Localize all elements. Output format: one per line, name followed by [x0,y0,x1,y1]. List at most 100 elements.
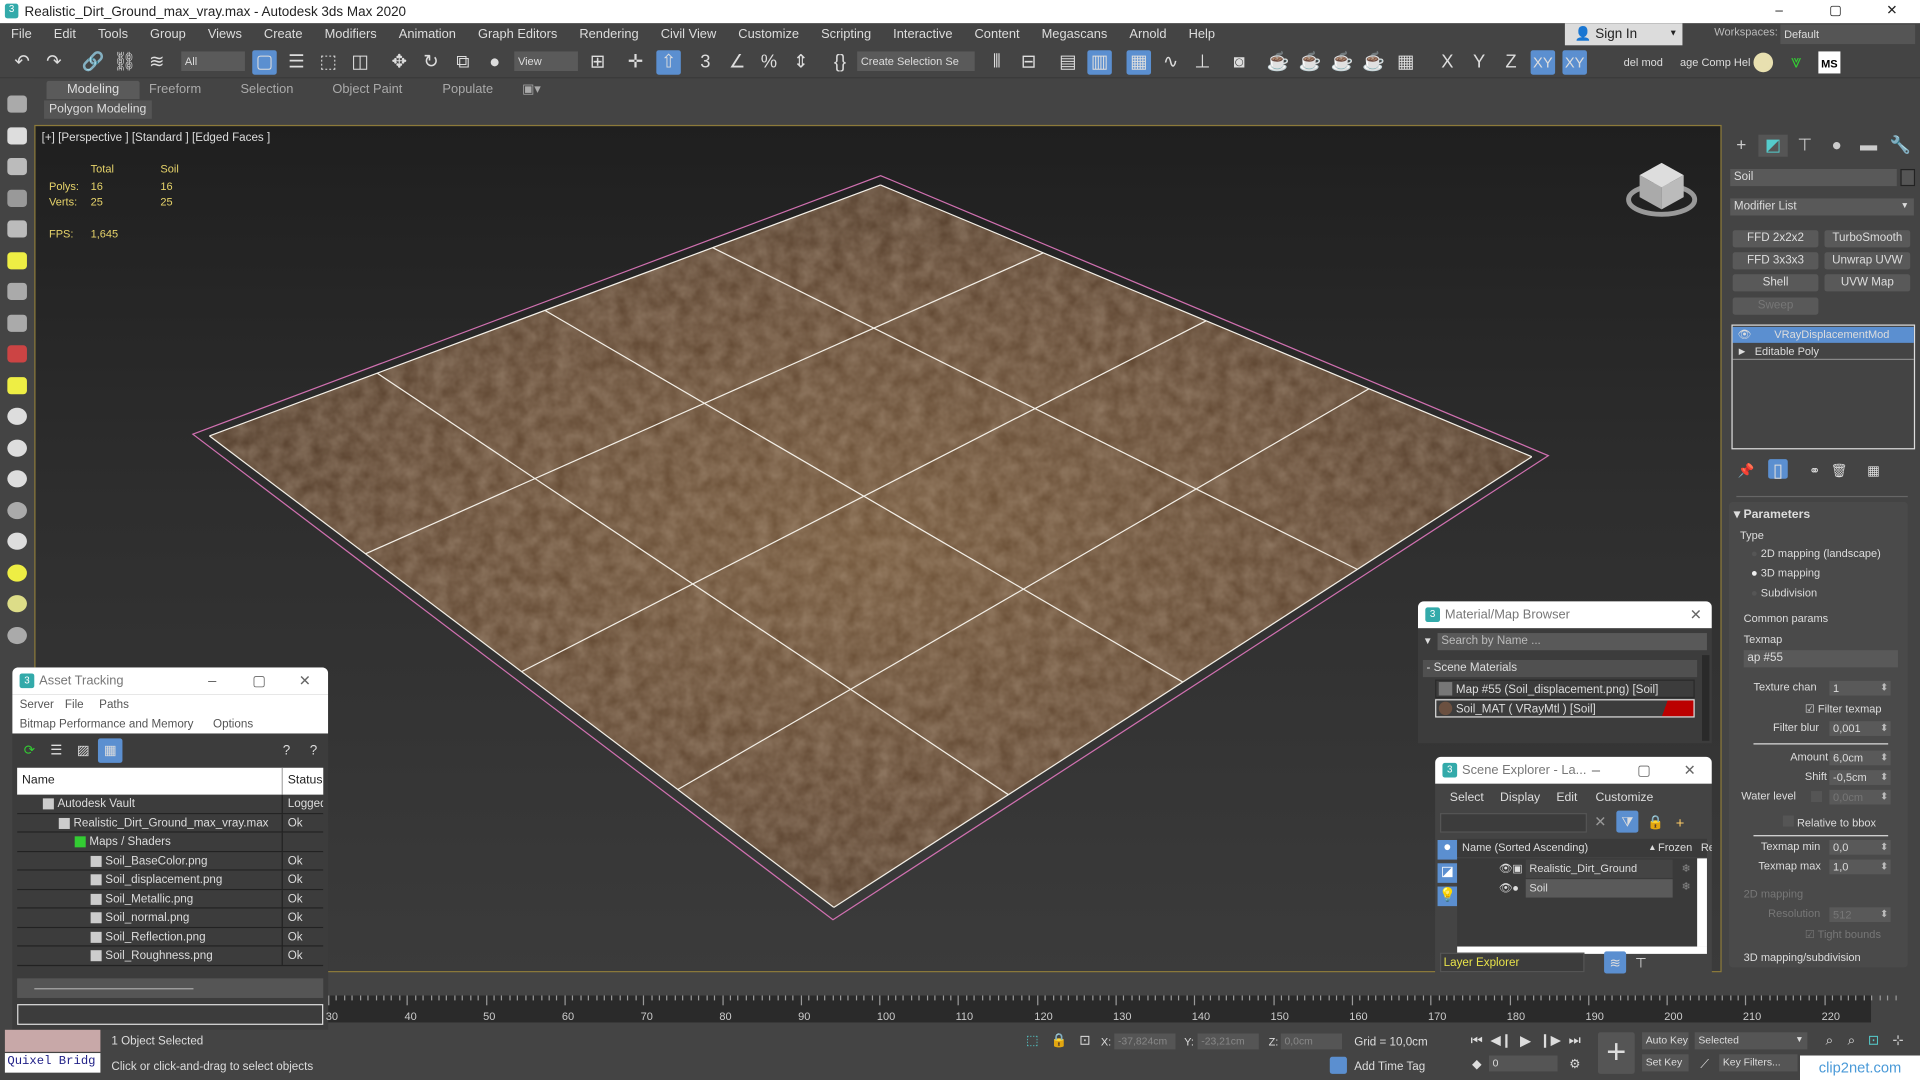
set-key-button[interactable]: Set Key [1642,1054,1689,1072]
zoom-all-icon[interactable]: ⌕ [1839,1029,1863,1053]
axis-xy-cycle-button[interactable]: XY [1562,50,1587,75]
menu-tools[interactable]: Tools [87,27,139,42]
layer-explorer-icon[interactable]: ▤ [1056,50,1080,74]
radio-3d-mapping[interactable]: ● 3D mapping [1751,567,1820,579]
maxscript-listener-mini[interactable] [4,1029,101,1052]
bones-icon[interactable] [7,314,27,332]
ribbon-tab-modeling[interactable]: Modeling [46,80,140,100]
asset-row[interactable]: Soil_displacement.png Ok [17,870,324,890]
columns-icon[interactable] [7,220,27,238]
x-coordinate-field[interactable]: -37,824cm [1114,1033,1176,1050]
texmap-max-spinner[interactable]: 1,0 [1829,859,1891,875]
bind-spacewarp-icon[interactable]: ≋ [144,50,168,74]
column-name[interactable]: Name [22,774,55,787]
select-object-icon[interactable]: ▢ [252,50,277,75]
add-time-tag-button[interactable]: Add Time Tag [1354,1060,1425,1073]
key-filters-button[interactable]: Key Filters... [1719,1054,1798,1072]
column-name[interactable]: Name (Sorted Ascending) [1462,839,1588,857]
stack-item-vraydisplacementmod[interactable]: 👁 VRayDisplacementMod [1732,326,1914,343]
object-name-input[interactable]: Soil [1730,168,1897,187]
selection-filter-dropdown[interactable]: All [181,51,245,72]
zoom-extents-all-icon[interactable]: ⊹ [1886,1029,1910,1053]
close-button[interactable]: ✕ [1690,601,1702,628]
vault-help-icon[interactable]: ? [274,738,298,762]
y-coordinate-field[interactable]: -23,21cm [1197,1033,1259,1050]
del-mod-button[interactable]: del mod [1624,56,1663,68]
scene-search-input[interactable] [1440,813,1587,833]
uvw-map-button[interactable]: UVW Map [1824,274,1911,292]
torus-icon[interactable] [7,501,27,519]
next-frame-icon[interactable]: ❙▶ [1538,1029,1562,1053]
cog-icon[interactable] [7,376,27,394]
eye-icon[interactable]: 👁 [1499,879,1513,897]
menu-arnold[interactable]: Arnold [1118,27,1177,42]
menu-edit[interactable]: Edit [1556,791,1577,804]
amount-spinner[interactable]: 6,0cm [1829,750,1891,766]
timeline-track-bar[interactable]: 30 40 50 60 70 80 90 100 110 120 130 140 150 160 170 18… [326,995,1897,1023]
scale-icon[interactable]: ⧉ [451,50,475,74]
pyramid-icon[interactable] [7,532,27,550]
menu-animation[interactable]: Animation [388,27,467,42]
render-active-icon[interactable]: ☕ [1362,50,1386,74]
ribbon-tab-object-paint[interactable]: Object Paint [323,81,411,99]
zoom-extents-icon[interactable]: ⊡ [1861,1029,1885,1053]
menu-scripting[interactable]: Scripting [810,27,882,42]
teapot-icon[interactable] [7,95,27,113]
close-button[interactable]: ✕ [1684,757,1696,784]
menu-paths[interactable]: Paths [99,698,129,711]
tight-bounds-checkbox[interactable]: ☑ Tight bounds [1805,928,1881,941]
display-shapes-icon[interactable]: ◪ [1437,863,1458,883]
axis-z-button[interactable]: Z [1499,50,1523,74]
sphere2-icon[interactable] [7,470,27,488]
shell-icon[interactable] [7,189,27,207]
menu-customize[interactable]: Customize [727,27,810,42]
modify-tab-icon[interactable]: ◩ [1758,134,1788,157]
pin-stack-icon[interactable]: 📌 [1734,459,1758,483]
sweep-button[interactable]: Sweep [1732,297,1819,315]
selection-lock-icon[interactable]: 🔒 [1047,1029,1071,1053]
water-level-spinner[interactable]: 0,0cm [1829,789,1891,805]
ribbon-tab-selection[interactable]: Selection [230,81,303,99]
vertical-scrollbar[interactable] [1702,655,1710,741]
minimize-button[interactable]: – [1592,757,1600,784]
close-button[interactable]: ✕ [1864,0,1920,23]
ribbon-tab-freeform[interactable]: Freeform [140,81,211,99]
workspace-select[interactable]: Default [1780,24,1916,45]
explorer-type-dropdown[interactable]: Layer Explorer [1440,952,1585,973]
menu-interactive[interactable]: Interactive [882,27,963,42]
grid-icon[interactable] [7,626,27,644]
maxscript-button[interactable]: MS [1818,51,1841,74]
unlink-icon[interactable]: ⛓ [113,50,137,74]
water-level-checkbox[interactable] [1811,791,1823,803]
viewport-label[interactable]: [+] [Perspective ] [Standard ] [Edged Fa… [42,131,271,144]
scene-explorer-titlebar[interactable]: 3 Scene Explorer - La... – ▢ ✕ [1435,756,1712,784]
toggle-ribbon-icon[interactable]: ▥ [1087,50,1112,75]
filter-texmap-checkbox[interactable]: ☑ Filter texmap [1805,703,1882,716]
material-editor-icon[interactable]: ◙ [1227,50,1251,74]
material-browser-titlebar[interactable]: 3 Material/Map Browser ✕ [1417,601,1712,629]
motion-tab-icon[interactable]: ● [1822,135,1851,157]
select-by-name-icon[interactable]: ☰ [284,50,308,74]
table-view-icon[interactable]: ▦ [97,738,123,763]
show-end-result-icon[interactable]: ▯ [1768,459,1788,481]
menu-bitmap-performance[interactable]: Bitmap Performance and Memory [20,718,194,731]
placement-icon[interactable]: ● [482,50,506,74]
menu-options[interactable]: Options [213,718,253,731]
eye-icon[interactable]: 👁 [1499,860,1513,878]
asset-row[interactable]: Realistic_Dirt_Ground_max_vray.max Ok [17,813,324,833]
render-production-icon[interactable]: ☕ [1330,50,1354,74]
key-mode-dropdown[interactable]: Selected ▼ [1694,1032,1808,1050]
sphere-icon[interactable] [7,407,27,425]
shift-spinner[interactable]: -0,5cm [1829,770,1891,785]
axis-x-button[interactable]: X [1435,50,1459,74]
menu-group[interactable]: Group [139,27,197,42]
column-status[interactable]: Status [281,767,322,795]
menu-content[interactable]: Content [964,27,1031,42]
texture-chan-spinner[interactable]: 1 [1829,680,1891,696]
utilities-tab-icon[interactable]: 🔧 [1886,135,1915,157]
remove-modifier-icon[interactable]: 🗑 [1827,459,1851,483]
list-view-icon[interactable]: ☰ [44,738,68,762]
vertical-scrollbar[interactable] [1697,858,1707,947]
refresh-icon[interactable]: ⟳ [17,738,41,762]
menu-server[interactable]: Server [20,698,54,711]
